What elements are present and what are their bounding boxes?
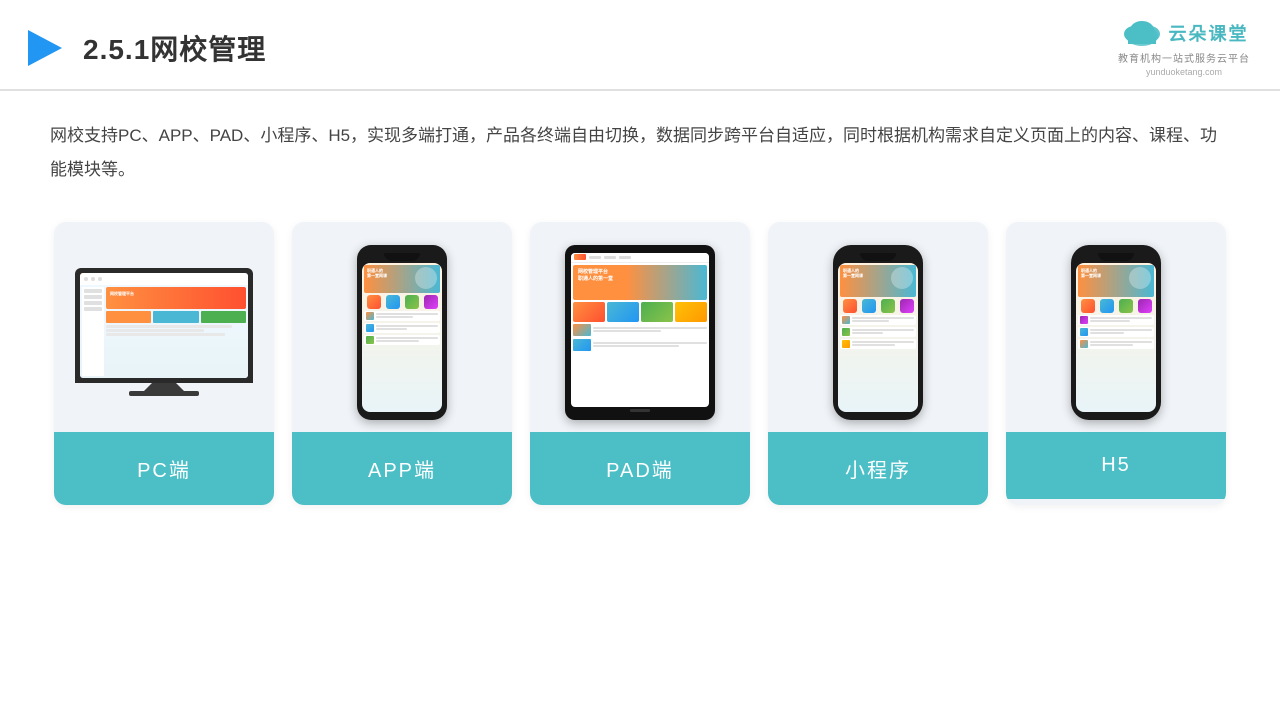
- miniprogram-image-area: 职通人的第一堂网课: [768, 222, 988, 432]
- logo-url: yunduoketang.com: [1146, 67, 1222, 77]
- card-miniprogram-label: 小程序: [768, 432, 988, 505]
- h5-phone-mockup: 职通人的第一堂网课: [1071, 245, 1161, 420]
- miniprogram-screen: 职通人的第一堂网课: [838, 263, 918, 412]
- pc-screen-inner: 网校管理平台: [80, 273, 248, 378]
- card-app-label: APP端: [292, 432, 512, 505]
- header: 2.5.1网校管理 云朵课堂 教育机构一站式服务云平台 yunduoketang…: [0, 0, 1280, 91]
- tablet-mockup: 网校管理平台职通人的第一堂: [565, 245, 715, 420]
- tablet-home-bar: [630, 409, 650, 412]
- pc-base: [129, 391, 199, 396]
- h5-image-area: 职通人的第一堂网课: [1006, 222, 1226, 432]
- app-phone-mockup: 职通人的第一堂网课: [357, 245, 447, 420]
- app-image-area: 职通人的第一堂网课: [292, 222, 512, 432]
- h5-phone-notch: [1098, 253, 1134, 261]
- card-app: 职通人的第一堂网课: [292, 222, 512, 505]
- pc-image-area: 网校管理平台: [54, 222, 274, 432]
- cards-grid: 网校管理平台: [50, 222, 1230, 505]
- pc-mockup: 网校管理平台: [72, 268, 257, 396]
- pad-image-area: 网校管理平台职通人的第一堂: [530, 222, 750, 432]
- card-pad: 网校管理平台职通人的第一堂: [530, 222, 750, 505]
- app-screen: 职通人的第一堂网课: [362, 263, 442, 412]
- pc-stand: [144, 383, 184, 391]
- mini-phone-notch: [860, 253, 896, 261]
- card-pc: 网校管理平台: [54, 222, 274, 505]
- card-h5: 职通人的第一堂网课: [1006, 222, 1226, 505]
- phone-notch: [384, 253, 420, 261]
- description-text: 网校支持PC、APP、PAD、小程序、H5，实现多端打通，产品各终端自由切换，数…: [50, 119, 1230, 187]
- page-title: 2.5.1网校管理: [83, 28, 266, 68]
- tablet-screen: 网校管理平台职通人的第一堂: [571, 253, 709, 407]
- card-pc-label: PC端: [54, 432, 274, 505]
- header-left: 2.5.1网校管理: [20, 24, 266, 72]
- card-h5-label: H5: [1006, 432, 1226, 499]
- logo-area: 云朵课堂 教育机构一站式服务云平台 yunduoketang.com: [1118, 18, 1250, 77]
- logo-tagline: 教育机构一站式服务云平台: [1118, 50, 1250, 65]
- cloud-logo-icon: [1120, 18, 1164, 48]
- pc-screen-outer: 网校管理平台: [75, 268, 253, 383]
- logo-cloud: 云朵课堂: [1120, 18, 1249, 48]
- card-miniprogram: 职通人的第一堂网课: [768, 222, 988, 505]
- play-icon: [20, 24, 68, 72]
- main-content: 网校支持PC、APP、PAD、小程序、H5，实现多端打通，产品各终端自由切换，数…: [0, 91, 1280, 525]
- logo-name: 云朵课堂: [1169, 20, 1249, 46]
- card-pad-label: PAD端: [530, 432, 750, 505]
- h5-screen: 职通人的第一堂网课: [1076, 263, 1156, 412]
- miniprogram-phone-mockup: 职通人的第一堂网课: [833, 245, 923, 420]
